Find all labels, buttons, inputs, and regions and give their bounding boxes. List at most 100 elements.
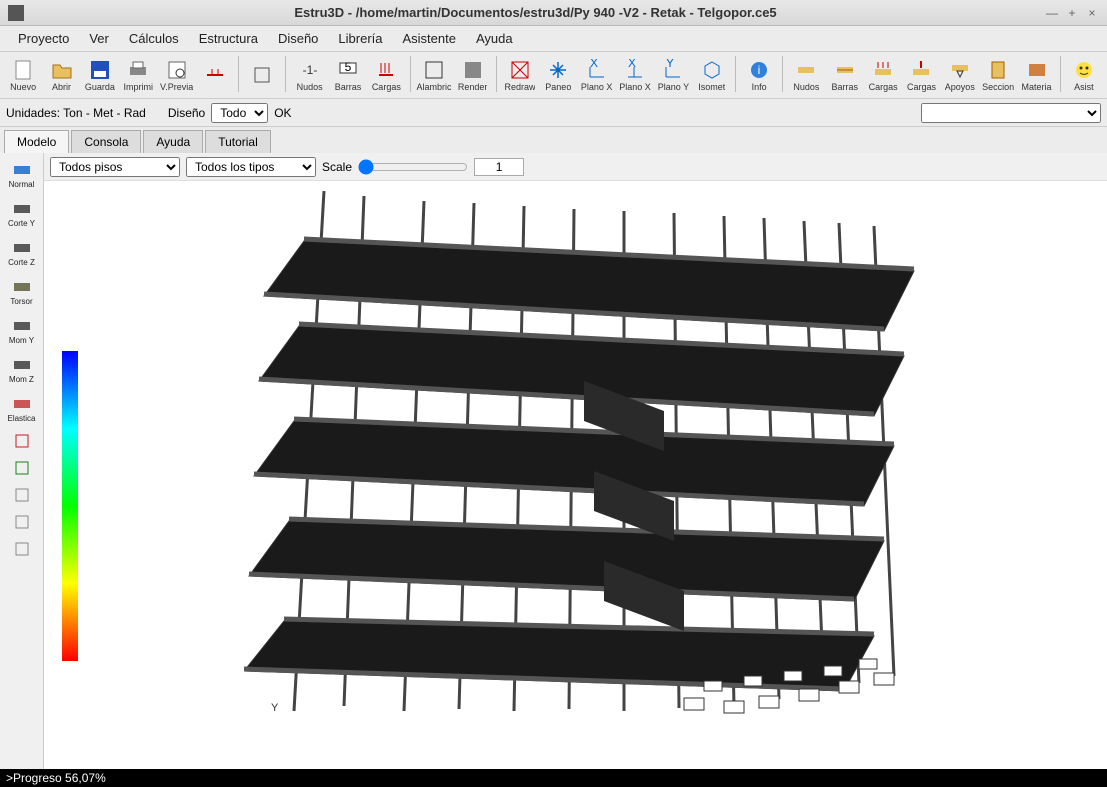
toolbar-plano x[interactable]: XPlano X (617, 54, 653, 96)
dim-icon[interactable] (3, 482, 41, 508)
toolbar-misc2[interactable] (244, 54, 280, 96)
toolbar-render[interactable]: Render (454, 54, 490, 96)
toolbar-label: Cargas (372, 82, 401, 92)
tab-tutorial[interactable]: Tutorial (205, 130, 271, 153)
menubar: ProyectoVerCálculosEstructuraDiseñoLibre… (0, 26, 1107, 52)
ba-icon[interactable] (3, 428, 41, 454)
leftbar-corte-z[interactable]: Corte Z (3, 233, 41, 271)
toolbar-asist[interactable]: Asist (1066, 54, 1102, 96)
toolbar-guarda[interactable]: Guarda (82, 54, 118, 96)
toolbar-abrir[interactable]: Abrir (43, 54, 79, 96)
3d-structure-render (244, 181, 964, 741)
svg-text:i: i (758, 63, 761, 77)
menu-ayuda[interactable]: Ayuda (466, 27, 523, 50)
toolbar-label: Cargas (907, 82, 936, 92)
toolbar-redraw[interactable]: Redraw (502, 54, 538, 96)
toolbar-plano x[interactable]: XPlano X (579, 54, 615, 96)
toolbar-label: Cargas (869, 82, 898, 92)
leftbar-label: Normal (9, 180, 35, 189)
leftbar-label: Torsor (10, 297, 32, 306)
leftbar-torsor[interactable]: Torsor (3, 272, 41, 310)
tab-modelo[interactable]: Modelo (4, 130, 69, 153)
menu-ver[interactable]: Ver (79, 27, 119, 50)
minimize-button[interactable]: — (1045, 6, 1059, 20)
toolbar-cargas[interactable]: Cargas (368, 54, 404, 96)
toolbar-label: Render (458, 82, 488, 92)
svg-text:Y: Y (666, 59, 674, 70)
px2-icon: X (624, 59, 646, 81)
scale-slider[interactable] (358, 159, 468, 175)
toolbar-cargas[interactable]: Cargas (903, 54, 939, 96)
toolbar-misc1[interactable] (197, 54, 233, 96)
menu-librería[interactable]: Librería (328, 27, 392, 50)
folder-icon (51, 59, 73, 81)
corte y-icon (12, 199, 32, 219)
misc2-icon (251, 64, 273, 86)
toolbar-label: Nudos (793, 82, 819, 92)
toolbar-info[interactable]: iInfo (741, 54, 777, 96)
zoom-in-icon[interactable] (3, 509, 41, 535)
tab-bar: ModeloConsolaAyudaTutorial (0, 127, 1107, 153)
print-icon (127, 59, 149, 81)
leftbar-elastica[interactable]: Elastica (3, 389, 41, 427)
zoom-out-icon[interactable] (3, 536, 41, 562)
right-combo[interactable] (921, 103, 1101, 123)
leftbar-normal[interactable]: Normal (3, 155, 41, 193)
material-icon (1026, 59, 1048, 81)
toolbar-label: Paneo (545, 82, 571, 92)
menu-proyecto[interactable]: Proyecto (8, 27, 79, 50)
toolbar-barras[interactable]: 5Barras (330, 54, 366, 96)
status-text: >Progreso 56,07% (6, 771, 106, 785)
toolbar-v.previa[interactable]: V.Previa (158, 54, 194, 96)
toolbar-alambric[interactable]: Alambric (415, 54, 452, 96)
tab-ayuda[interactable]: Ayuda (143, 130, 203, 153)
menu-cálculos[interactable]: Cálculos (119, 27, 189, 50)
leftbar-label: Mom Y (9, 336, 34, 345)
viewport-bar: Todos pisos Todos los tipos Scale (44, 153, 1107, 181)
toolbar-imprimi[interactable]: Imprimi (120, 54, 156, 96)
viewport: Todos pisos Todos los tipos Scale Y (44, 153, 1107, 769)
toolbar-materia[interactable]: Materia (1018, 54, 1054, 96)
nudo-icon: -1- (299, 59, 321, 81)
close-button[interactable]: × (1085, 6, 1099, 20)
preview-icon (166, 59, 188, 81)
pan-icon (547, 59, 569, 81)
svg-text:-1-: -1- (302, 63, 317, 77)
toolbar-plano y[interactable]: YPlano Y (655, 54, 691, 96)
toolbar-seccion[interactable]: Seccion (980, 54, 1016, 96)
toolbar-label: Imprimi (124, 82, 154, 92)
toolbar-apoyos[interactable]: Apoyos (942, 54, 978, 96)
3d-canvas[interactable]: Y (44, 181, 1107, 769)
leftbar-corte-y[interactable]: Corte Y (3, 194, 41, 232)
scale-input[interactable] (474, 158, 524, 176)
toolbar-label: Seccion (982, 82, 1014, 92)
nudos2-icon (795, 59, 817, 81)
bd-icon[interactable] (3, 455, 41, 481)
tipos-select[interactable]: Todos los tipos (186, 157, 316, 177)
toolbar-isomet[interactable]: Isomet (694, 54, 730, 96)
scale-label: Scale (322, 160, 352, 174)
save-icon (89, 59, 111, 81)
toolbar-label: Plano X (619, 82, 651, 92)
menu-asistente[interactable]: Asistente (392, 27, 465, 50)
ok-label[interactable]: OK (274, 106, 291, 120)
toolbar-nuevo[interactable]: Nuevo (5, 54, 41, 96)
toolbar-nudos[interactable]: -1-Nudos (291, 54, 327, 96)
leftbar-mom-z[interactable]: Mom Z (3, 350, 41, 388)
cargas3-icon (910, 59, 932, 81)
toolbar-nudos[interactable]: Nudos (788, 54, 824, 96)
diseno-select[interactable]: Todo (211, 103, 268, 123)
menu-estructura[interactable]: Estructura (189, 27, 268, 50)
toolbar-label: Materia (1022, 82, 1052, 92)
maximize-button[interactable]: + (1065, 6, 1079, 20)
tab-consola[interactable]: Consola (71, 130, 141, 153)
pisos-select[interactable]: Todos pisos (50, 157, 180, 177)
elastica-icon (12, 394, 32, 414)
mom y-icon (12, 316, 32, 336)
leftbar-mom-y[interactable]: Mom Y (3, 311, 41, 349)
toolbar-barras[interactable]: Barras (827, 54, 863, 96)
toolbar-cargas[interactable]: Cargas (865, 54, 901, 96)
toolbar-paneo[interactable]: Paneo (540, 54, 576, 96)
toolbar-label: Redraw (504, 82, 535, 92)
menu-diseño[interactable]: Diseño (268, 27, 328, 50)
